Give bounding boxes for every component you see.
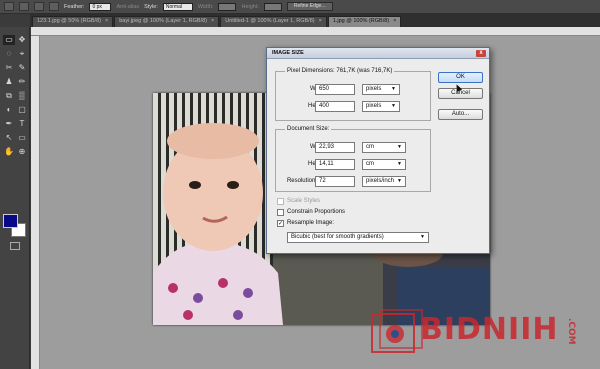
doc-height-input[interactable]: 14,11 [315,159,355,170]
ok-button[interactable]: OK [438,72,483,83]
tools-panel: ▭ ✥ ◌ ⌖ ✂ ✎ ♟ ✏ ⧉ ▒ ◐ ▢ ✒ T ↖ ▭ ✋ ⊕ [0,27,30,369]
resolution-unit-select[interactable]: pixels/inch ▼ [362,176,406,187]
quick-mask-icon[interactable] [10,242,20,250]
refine-edge-button[interactable]: Refine Edge... [286,2,333,11]
pixel-height-input[interactable]: 400 [315,101,355,112]
unit-value: cm [366,144,374,150]
watermark-text: BIDNIIH [420,312,559,347]
scale-styles-label: Scale Styles [287,198,321,204]
dialog-title-bar[interactable]: IMAGE SIZE x [267,48,489,59]
unit-value: pixels [366,86,382,92]
add-selection-icon[interactable] [19,2,29,11]
tab-label: Untitled-1 @ 100% (Layer 1, RGB/8) [225,18,315,24]
path-select-tool-icon[interactable]: ↖ [3,133,15,143]
options-bar: Feather: 0 px Anti-alias Style: Normal W… [0,0,600,14]
brush-tool-icon[interactable]: ✏ [16,77,28,87]
tab-123[interactable]: 123.1.jpg @ 50% (RGB/8) × [32,16,114,27]
hand-tool-icon[interactable]: ✋ [3,147,15,157]
close-icon[interactable]: × [105,18,108,27]
feather-label: Feather: [64,3,85,10]
height-label: Height: [241,3,259,10]
document-tabs: 123.1.jpg @ 50% (RGB/8) × bayi.jpeg @ 100… [30,14,600,27]
image-size-dialog: IMAGE SIZE x Pixel Dimensions: 761,7K (w… [266,47,490,254]
zoom-tool-icon[interactable]: ⊕ [16,147,28,157]
resample-image-label: Resample Image: [287,220,335,226]
type-tool-icon[interactable]: T [16,119,28,129]
watermark-suffix: .COM [566,318,576,345]
tab-label: 123.1.jpg @ 50% (RGB/8) [37,18,101,24]
antialias-checkbox[interactable]: Anti-alias [116,4,139,10]
close-icon[interactable]: × [393,18,396,27]
shape-tool-icon[interactable]: ▭ [16,133,28,143]
scale-styles-checkbox[interactable] [277,198,284,205]
subtract-selection-icon[interactable] [34,2,44,11]
auto-button[interactable]: Auto... [438,109,483,120]
unit-value: pixels [366,103,382,109]
height-input[interactable] [263,2,282,11]
tab-1-jpg[interactable]: 1.jpg @ 100% (RGB/8) × [327,16,402,27]
healing-tool-icon[interactable]: ♟ [3,77,15,87]
style-label: Style: [144,3,158,10]
doc-width-unit-select[interactable]: cm ▼ [362,142,406,153]
dropdown-arrow-icon: ▼ [420,234,425,240]
unit-value: cm [366,161,374,167]
foreground-color-swatch[interactable] [3,214,18,228]
watermark-logo: BIDNIIH .COM [370,308,600,354]
width-input[interactable] [218,2,237,11]
dodge-tool-icon[interactable]: ◐ [3,105,15,115]
resolution-label: Resolution: [286,178,317,184]
horizontal-ruler [31,27,600,36]
doc-height-unit-select[interactable]: cm ▼ [362,159,406,170]
close-icon[interactable]: × [319,18,322,27]
pixel-height-unit-select[interactable]: pixels ▼ [362,101,400,112]
resolution-input[interactable]: 72 [315,176,355,187]
unit-value: pixels/inch [366,178,395,184]
tab-label: 1.jpg @ 100% (RGB/8) [332,18,390,24]
tab-bayi[interactable]: bayi.jpeg @ 100% (Layer 1, RGB/8) × [114,16,220,27]
close-icon[interactable]: × [211,18,214,27]
history-brush-tool-icon[interactable]: ▒ [16,91,28,101]
dropdown-arrow-icon: ▼ [397,161,402,167]
eraser-tool-icon[interactable]: ▢ [16,105,28,115]
dialog-title: IMAGE SIZE [272,50,304,56]
move-tool-icon[interactable]: ✥ [16,35,28,45]
pen-tool-icon[interactable]: ✒ [3,119,15,129]
width-label: Width: [197,3,214,10]
eyedropper-tool-icon[interactable]: ✎ [16,63,28,73]
lasso-tool-icon[interactable]: ◌ [3,49,15,59]
constrain-proportions-label: Constrain Proportions [287,209,346,215]
document-size-label: Document Size: [285,126,332,132]
new-selection-icon[interactable] [4,2,14,11]
tab-label: bayi.jpeg @ 100% (Layer 1, RGB/8) [119,18,208,24]
pixel-dimensions-group [275,71,431,121]
dropdown-arrow-icon: ▼ [391,103,396,109]
vertical-ruler [31,36,40,369]
pixel-width-unit-select[interactable]: pixels ▼ [362,84,400,95]
intersect-selection-icon[interactable] [49,2,59,11]
style-select[interactable]: Normal [162,2,193,11]
crop-tool-icon[interactable]: ✂ [3,63,15,73]
resample-method-value: Bicubic (best for smooth gradients) [291,234,384,240]
pixel-dimensions-label: Pixel Dimensions: 761,7K (was 716,7K) [285,68,395,74]
constrain-proportions-checkbox[interactable] [277,209,284,216]
clone-stamp-tool-icon[interactable]: ⧉ [3,91,15,101]
dropdown-arrow-icon: ▼ [397,144,402,150]
doc-width-input[interactable]: 22,93 [315,142,355,153]
marquee-tool-icon[interactable]: ▭ [3,35,15,45]
close-icon[interactable]: x [476,50,486,57]
feather-input[interactable]: 0 px [89,2,112,11]
resample-method-select[interactable]: Bicubic (best for smooth gradients) ▼ [287,232,429,243]
dropdown-arrow-icon: ▼ [391,86,396,92]
pixel-width-input[interactable]: 650 [315,84,355,95]
dropdown-arrow-icon: ▼ [397,178,402,184]
quick-select-tool-icon[interactable]: ⌖ [16,49,28,59]
tab-untitled-1[interactable]: Untitled-1 @ 100% (Layer 1, RGB/8) × [220,16,327,27]
resample-image-checkbox[interactable]: ✓ [277,220,284,227]
